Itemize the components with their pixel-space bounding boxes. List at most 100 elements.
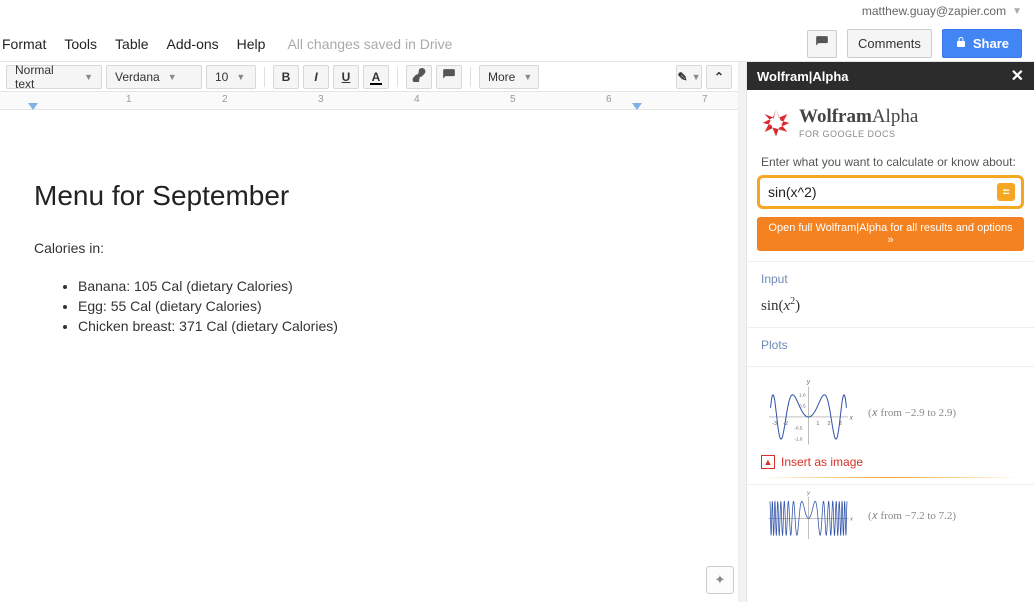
- account-email[interactable]: matthew.guay@zapier.com: [862, 4, 1006, 18]
- insert-comment-button[interactable]: [436, 65, 462, 89]
- font-size-select[interactable]: 10 ▼: [206, 65, 256, 89]
- text-color-button[interactable]: A: [363, 65, 389, 89]
- account-bar: matthew.guay@zapier.com ▼: [0, 0, 1034, 22]
- font-family-label: Verdana: [115, 70, 160, 84]
- vertical-scrollbar[interactable]: [738, 62, 746, 602]
- collapse-toolbar-button[interactable]: ⌃: [706, 65, 732, 89]
- paragraph-style-label: Normal text: [15, 63, 76, 91]
- plot-1-domain: (𝑥 from −2.9 to 2.9): [868, 407, 956, 420]
- menu-items: Format Tools Table Add-ons Help: [2, 36, 265, 52]
- explore-button[interactable]: ✦: [706, 566, 734, 594]
- wolfram-input-section: Input sin(x2): [747, 261, 1034, 327]
- svg-text:x: x: [849, 414, 854, 421]
- editing-mode-button[interactable]: ✎ ▼: [676, 65, 702, 89]
- wolfram-search-wrap: =: [747, 173, 1034, 217]
- indent-marker-right[interactable]: [632, 103, 642, 110]
- math-suffix: ): [795, 298, 800, 314]
- wolfram-sub: FOR GOOGLE DOCS: [799, 129, 918, 139]
- svg-text:1.0: 1.0: [799, 392, 806, 398]
- underline-label: U: [342, 70, 351, 84]
- svg-text:-0.5: -0.5: [794, 426, 803, 432]
- ruler-tick: 7: [702, 94, 708, 105]
- document-canvas[interactable]: Menu for September Calories in: Banana: …: [0, 110, 738, 602]
- pencil-icon: ✎: [678, 70, 688, 84]
- ruler-tick: 6: [606, 94, 612, 105]
- open-full-wolfram-button[interactable]: Open full Wolfram|Alpha for all results …: [757, 217, 1024, 251]
- wolfram-logo-text: WolframAlpha FOR GOOGLE DOCS: [799, 106, 918, 139]
- chevron-down-icon: ▼: [84, 72, 93, 82]
- wolfram-brand: WolframAlpha: [799, 106, 918, 128]
- compute-button[interactable]: =: [997, 183, 1015, 201]
- lock-icon: [955, 36, 967, 51]
- menu-format[interactable]: Format: [2, 36, 46, 52]
- chevron-down-icon: ▼: [692, 72, 701, 82]
- underline-button[interactable]: U: [333, 65, 359, 89]
- list-item[interactable]: Chicken breast: 371 Cal (dietary Calorie…: [78, 318, 704, 334]
- comment-icon: [442, 68, 456, 85]
- sidebar-title: Wolfram|Alpha: [757, 69, 849, 84]
- chevron-down-icon: ▼: [236, 72, 245, 82]
- separator: [264, 67, 265, 87]
- menu-tools[interactable]: Tools: [64, 36, 97, 52]
- open-comments-icon-button[interactable]: [807, 30, 837, 58]
- menu-addons[interactable]: Add-ons: [167, 36, 219, 52]
- wolfram-search[interactable]: =: [757, 175, 1024, 209]
- chevron-down-icon: ▼: [168, 72, 177, 82]
- wolfram-spikey-icon: [761, 108, 791, 138]
- wolfram-plot-2: y x (𝑥 from −7.2 to 7.2): [747, 484, 1034, 549]
- header-buttons: Comments Share: [807, 29, 1034, 58]
- ruler-tick: 4: [414, 94, 420, 105]
- list-item[interactable]: Egg: 55 Cal (dietary Calories): [78, 298, 704, 314]
- italic-button[interactable]: I: [303, 65, 329, 89]
- doc-title[interactable]: Menu for September: [34, 180, 704, 212]
- speech-bubble-icon: [815, 35, 829, 52]
- input-section-title: Input: [761, 272, 1020, 286]
- insert-label: Insert as image: [781, 455, 863, 469]
- font-family-select[interactable]: Verdana ▼: [106, 65, 202, 89]
- share-button-label: Share: [973, 36, 1009, 51]
- save-status: All changes saved in Drive: [287, 36, 452, 52]
- sidebar-body: WolframAlpha FOR GOOGLE DOCS Enter what …: [747, 90, 1034, 602]
- comments-button[interactable]: Comments: [847, 29, 932, 58]
- indent-marker-left[interactable]: [28, 103, 38, 110]
- textcolor-label: A: [372, 70, 381, 84]
- italic-label: I: [314, 70, 317, 84]
- font-size-label: 10: [215, 70, 228, 84]
- doc-intro[interactable]: Calories in:: [34, 240, 704, 256]
- plot-2-svg: y x: [761, 489, 856, 543]
- ruler-tick: 5: [510, 94, 516, 105]
- menu-table[interactable]: Table: [115, 36, 148, 52]
- chevron-down-icon: ▼: [523, 72, 532, 82]
- math-prefix: sin(: [761, 298, 784, 314]
- wolfram-plot-1: y -3 -2 1 2 3 1.0 0.5 -0.5 -1.0 x: [747, 366, 1034, 484]
- account-menu-caret[interactable]: ▼: [1012, 6, 1022, 17]
- more-button[interactable]: More ▼: [479, 65, 539, 89]
- plot-1-svg: y -3 -2 1 2 3 1.0 0.5 -0.5 -1.0 x: [761, 377, 856, 449]
- horizontal-ruler[interactable]: 1 2 3 4 5 6 7: [0, 92, 738, 110]
- paragraph-style-select[interactable]: Normal text ▼: [6, 65, 102, 89]
- svg-text:2: 2: [828, 421, 831, 427]
- svg-text:y: y: [806, 490, 810, 496]
- ruler-tick: 2: [222, 94, 228, 105]
- formatting-toolbar: Normal text ▼ Verdana ▼ 10 ▼ B I U A Mor…: [0, 62, 738, 92]
- menu-help[interactable]: Help: [237, 36, 266, 52]
- svg-text:-3: -3: [772, 421, 777, 427]
- ruler-tick: 1: [126, 94, 132, 105]
- close-icon[interactable]: ✕: [1011, 66, 1024, 86]
- insert-link-button[interactable]: [406, 65, 432, 89]
- sidebar-header: Wolfram|Alpha ✕: [747, 62, 1034, 90]
- wolfram-sidebar: Wolfram|Alpha ✕ WolframAlpha FOR GOOGLE …: [746, 62, 1034, 602]
- insert-plot-1-button[interactable]: ▲ Insert as image: [761, 455, 863, 469]
- menu-bar: Format Tools Table Add-ons Help All chan…: [0, 26, 1034, 62]
- share-button[interactable]: Share: [942, 29, 1022, 58]
- explore-icon: ✦: [715, 572, 726, 588]
- bold-button[interactable]: B: [273, 65, 299, 89]
- list-item[interactable]: Banana: 105 Cal (dietary Calories): [78, 278, 704, 294]
- chevron-up-icon: ⌃: [714, 70, 724, 84]
- doc-list[interactable]: Banana: 105 Cal (dietary Calories) Egg: …: [34, 278, 704, 334]
- doc-body[interactable]: Calories in: Banana: 105 Cal (dietary Ca…: [34, 240, 704, 334]
- document-page[interactable]: Menu for September Calories in: Banana: …: [0, 110, 738, 358]
- separator: [397, 67, 398, 87]
- wolfram-search-input[interactable]: [768, 184, 997, 200]
- wolfram-plots-section: Plots: [747, 327, 1034, 366]
